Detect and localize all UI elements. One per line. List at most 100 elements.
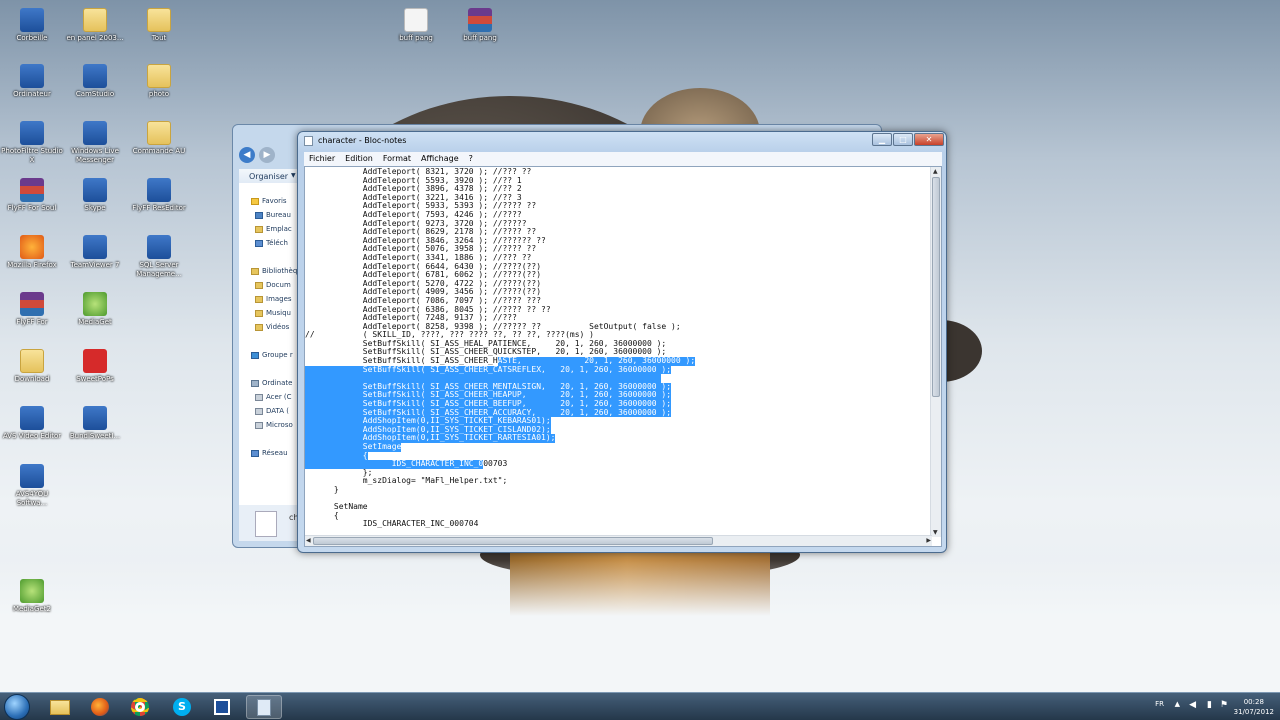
desktop-icon-item[interactable]: FlyFF For bbox=[0, 292, 64, 327]
desktop-icon-item[interactable]: FlyFF ResEditor bbox=[127, 178, 191, 213]
firefox-icon bbox=[20, 235, 44, 259]
scroll-up-icon[interactable]: ▲ bbox=[933, 168, 938, 175]
desktop-icon-item[interactable]: AVS Video Editor bbox=[0, 406, 64, 441]
menu-format[interactable]: Format bbox=[378, 152, 416, 165]
close-button[interactable]: ✕ bbox=[914, 133, 944, 146]
rar-icon bbox=[20, 292, 44, 316]
nav-documents[interactable]: Docum bbox=[255, 281, 291, 289]
scroll-left-icon[interactable]: ◀ bbox=[306, 537, 311, 544]
code-line[interactable]: SetImage bbox=[305, 442, 930, 452]
code-line[interactable]: m_szDialog= "MaFl_Helper.txt"; bbox=[305, 477, 930, 486]
scroll-down-icon[interactable]: ▼ bbox=[933, 529, 938, 536]
desktop-icon-item[interactable]: Tout bbox=[127, 8, 191, 43]
code-text[interactable]: AddTeleport( 8321, 3720 ); //??? ?? AddT… bbox=[305, 167, 930, 537]
desktop-icon-item[interactable]: buff pang bbox=[448, 8, 512, 43]
desktop-icon-item[interactable]: TeamViewer 7 bbox=[63, 235, 127, 270]
nav-bibliotheques[interactable]: Bibliothèq bbox=[251, 267, 297, 275]
sql-server-icon bbox=[147, 235, 171, 259]
nav-drive-data[interactable]: DATA ( bbox=[255, 407, 289, 415]
organize-dropdown-icon: ▼ bbox=[291, 172, 296, 179]
desktop-icon-item[interactable]: BundlSweetI... bbox=[63, 406, 127, 441]
code-line[interactable]: IDS_CHARACTER_INC_000703 bbox=[305, 459, 930, 469]
code-line[interactable]: } bbox=[305, 485, 930, 495]
desktop-icon-item[interactable]: photo bbox=[127, 64, 191, 99]
desktop-icon-item[interactable]: FlyFF For Soul bbox=[0, 178, 64, 213]
desktop-icon-item[interactable]: Download bbox=[0, 349, 64, 384]
desktop-icon-item[interactable]: MediaGet bbox=[63, 292, 127, 327]
desktop-icon-item[interactable]: Corbeille bbox=[0, 8, 64, 43]
skype-icon: S bbox=[173, 698, 191, 716]
language-indicator[interactable]: FR bbox=[1155, 700, 1164, 708]
menu-help[interactable]: ? bbox=[464, 152, 478, 165]
desktop-icon-item[interactable]: SQL Server Manageme... bbox=[127, 235, 191, 279]
desktop-icon-item[interactable]: SweetPoPs bbox=[63, 349, 127, 384]
nav-videos[interactable]: Vidéos bbox=[255, 323, 289, 331]
menu-edition[interactable]: Edition bbox=[340, 152, 378, 165]
nav-favoris[interactable]: Favoris bbox=[251, 197, 287, 205]
code-line[interactable] bbox=[305, 495, 930, 504]
nav-musique[interactable]: Musiqu bbox=[255, 309, 291, 317]
desktop-icon-item[interactable]: Skype bbox=[63, 178, 127, 213]
vertical-scrollbar[interactable]: ▲ ▼ bbox=[930, 167, 941, 537]
nav-bureau[interactable]: Bureau bbox=[255, 211, 291, 219]
tray-expand-icon[interactable]: ▲ bbox=[1175, 700, 1180, 708]
nav-ordinateur[interactable]: Ordinate bbox=[251, 379, 292, 387]
taskbar-firefox-button[interactable] bbox=[82, 695, 118, 719]
menu-fichier[interactable]: Fichier bbox=[304, 152, 340, 165]
start-button[interactable] bbox=[4, 694, 30, 720]
taskbar-skype-button[interactable]: S bbox=[164, 695, 200, 719]
nav-emplacements[interactable]: Emplac bbox=[255, 225, 292, 233]
desktop-icon-item[interactable]: Mozilla Firefox bbox=[0, 235, 64, 270]
desktop-icon-item[interactable]: MediaGet2 bbox=[0, 579, 64, 614]
horizontal-scrollbar[interactable]: ◀ ▶ bbox=[305, 535, 932, 546]
desktop-icon-label: photo bbox=[148, 90, 170, 98]
desktop-icon-item[interactable]: en panel 2003... bbox=[63, 8, 127, 43]
taskbar-chrome-button[interactable] bbox=[122, 695, 158, 719]
recycle-bin-icon bbox=[20, 8, 44, 32]
nav-telechargements[interactable]: Téléch bbox=[255, 239, 288, 247]
volume-icon[interactable]: ◀ bbox=[1189, 700, 1196, 710]
maximize-button[interactable]: □ bbox=[893, 133, 913, 146]
scroll-right-icon[interactable]: ▶ bbox=[926, 537, 931, 544]
notepad-window[interactable]: character - Bloc-notes ▁ □ ✕ Fichier Edit… bbox=[297, 131, 947, 553]
desktop-icon-item[interactable]: Commande AU bbox=[127, 121, 191, 156]
taskbar-camstudio-button[interactable] bbox=[204, 695, 240, 719]
taskbar-explorer-button[interactable] bbox=[42, 695, 78, 719]
menu-affichage[interactable]: Affichage bbox=[416, 152, 464, 165]
bundle-icon bbox=[83, 406, 107, 430]
code-line[interactable]: IDS_CHARACTER_INC_000704 bbox=[305, 520, 930, 529]
desktop-icon-item[interactable]: AVS4YOU Softwa... bbox=[0, 464, 64, 508]
clock[interactable]: 00:28 31/07/2012 bbox=[1234, 697, 1274, 717]
text-editor[interactable]: AddTeleport( 8321, 3720 ); //??? ?? AddT… bbox=[304, 166, 942, 547]
nav-images[interactable]: Images bbox=[255, 295, 292, 303]
desktop-icon-item[interactable]: buff pang bbox=[384, 8, 448, 43]
nav-groupe-residentiel[interactable]: Groupe r bbox=[251, 351, 293, 359]
desktop-icon-item[interactable]: Windows Live Messenger bbox=[63, 121, 127, 165]
network-icon[interactable]: ▮ bbox=[1207, 700, 1212, 710]
forward-icon[interactable]: ▶ bbox=[259, 147, 275, 163]
reseditor-icon bbox=[147, 178, 171, 202]
desktop-icon-label: FlyFF For Soul bbox=[7, 204, 57, 212]
folder-icon bbox=[147, 121, 171, 145]
vertical-scroll-thumb[interactable] bbox=[932, 177, 940, 397]
chrome-icon bbox=[131, 698, 149, 716]
desktop-icon-label: Mozilla Firefox bbox=[7, 261, 57, 269]
desktop-icon-item[interactable]: CamStudio bbox=[63, 64, 127, 99]
code-segment: SetBuffSkill( SI_ASS_CHEER_H bbox=[305, 356, 498, 366]
desktop-icon-item[interactable]: Ordinateur bbox=[0, 64, 64, 99]
desktop-icon-item[interactable]: PhotoFiltre Studio X bbox=[0, 121, 64, 165]
organize-button[interactable]: Organiser bbox=[249, 172, 288, 181]
back-icon[interactable]: ◀ bbox=[239, 147, 255, 163]
nav-microsoft[interactable]: Microso bbox=[255, 421, 293, 429]
document-icon bbox=[404, 8, 428, 32]
desktop-icon-label: Commande AU bbox=[132, 147, 186, 155]
nav-drive-c[interactable]: Acer (C bbox=[255, 393, 292, 401]
minimize-button[interactable]: ▁ bbox=[872, 133, 892, 146]
code-line[interactable]: SetName bbox=[305, 503, 930, 512]
desktop-icon-label: AVS4YOU Softwa... bbox=[15, 490, 49, 507]
flag-icon[interactable]: ⚑ bbox=[1220, 700, 1228, 710]
horizontal-scroll-thumb[interactable] bbox=[313, 537, 713, 545]
nav-reseau[interactable]: Réseau bbox=[251, 449, 288, 457]
desktop-icon-label: FlyFF For bbox=[16, 318, 48, 326]
taskbar-notepad-button[interactable] bbox=[246, 695, 282, 719]
